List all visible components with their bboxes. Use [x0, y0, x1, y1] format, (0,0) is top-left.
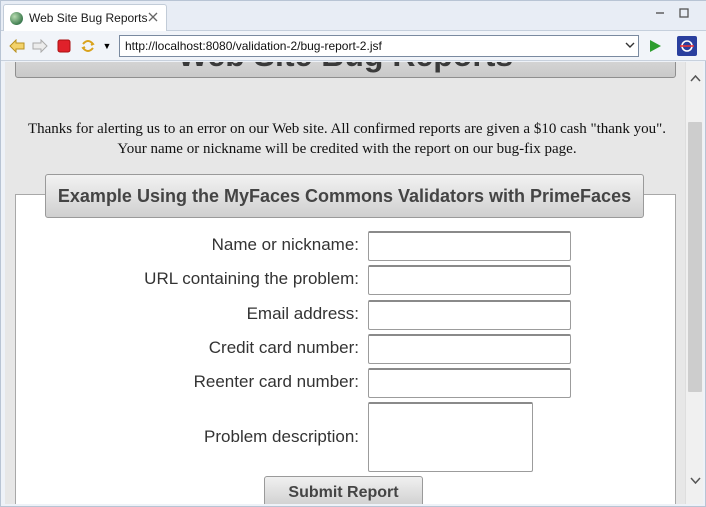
close-tab-icon[interactable] — [148, 11, 158, 25]
name-input[interactable] — [368, 231, 571, 261]
refresh-icon[interactable] — [80, 38, 96, 54]
email-label: Email address: — [246, 304, 359, 323]
tab-bar: Web Site Bug Reports — [1, 1, 706, 31]
panel-title: Example Using the MyFaces Commons Valida… — [57, 185, 632, 206]
scroll-down-icon[interactable] — [686, 472, 704, 490]
page-header: Web Site Bug Reports — [15, 62, 676, 78]
vertical-scrollbar[interactable] — [685, 62, 703, 504]
page-viewport: Web Site Bug Reports Thanks for alerting… — [5, 62, 685, 504]
tab-web-site-bug-reports[interactable]: Web Site Bug Reports — [3, 4, 167, 31]
tab-label: Web Site Bug Reports — [29, 11, 148, 25]
bug-report-form-panel: Name or nickname: URL containing the pro… — [15, 194, 676, 504]
card-label: Credit card number: — [208, 338, 359, 357]
forward-arrow-icon[interactable] — [32, 38, 48, 54]
maximize-icon[interactable] — [678, 7, 690, 22]
page-title: Web Site Bug Reports — [16, 62, 675, 77]
intro-text: Thanks for alerting us to an error on ou… — [27, 121, 667, 157]
form-row-description: Problem description: — [36, 402, 676, 472]
email-input[interactable] — [368, 300, 571, 330]
url-text[interactable]: http://localhost:8080/validation-2/bug-r… — [125, 39, 622, 53]
browser-window: Web Site Bug Reports ▼ http://localhost:… — [0, 0, 706, 507]
url-label: URL containing the problem: — [144, 269, 359, 288]
scrollbar-thumb[interactable] — [688, 122, 702, 392]
panel-legend: Example Using the MyFaces Commons Valida… — [45, 174, 644, 218]
globe-icon — [10, 11, 23, 25]
description-textarea[interactable] — [368, 402, 533, 472]
description-label: Problem description: — [204, 427, 359, 446]
url-input[interactable] — [368, 265, 571, 295]
form-row-card-confirm: Reenter card number: — [36, 368, 676, 398]
form-row-url: URL containing the problem: — [36, 265, 676, 295]
go-play-icon[interactable] — [647, 38, 663, 54]
form-row-email: Email address: — [36, 300, 676, 330]
submit-report-button[interactable]: Submit Report — [264, 476, 423, 504]
history-dropdown-icon[interactable]: ▼ — [99, 38, 115, 54]
back-arrow-icon[interactable] — [9, 38, 25, 54]
card-confirm-input[interactable] — [368, 368, 571, 398]
chevron-down-icon[interactable] — [622, 41, 638, 51]
form-row-name: Name or nickname: — [36, 231, 676, 261]
scroll-up-icon[interactable] — [686, 70, 704, 88]
submit-report-label: Submit Report — [288, 484, 399, 501]
card-confirm-label: Reenter card number: — [193, 372, 359, 391]
stop-icon[interactable] — [56, 38, 72, 54]
card-input[interactable] — [368, 334, 571, 364]
name-label: Name or nickname: — [211, 235, 359, 254]
address-bar[interactable]: http://localhost:8080/validation-2/bug-r… — [119, 35, 639, 57]
browser-logo-icon[interactable] — [677, 36, 697, 56]
minimize-icon[interactable] — [654, 7, 666, 22]
browser-toolbar: ▼ http://localhost:8080/validation-2/bug… — [1, 31, 706, 61]
form-row-card: Credit card number: — [36, 334, 676, 364]
